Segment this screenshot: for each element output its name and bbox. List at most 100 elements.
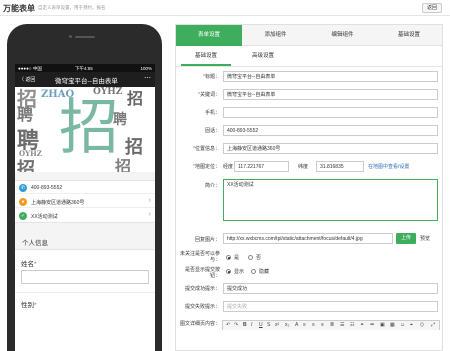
intro-label: 简介： [204,183,220,189]
preview-link[interactable]: 预览 [420,235,430,242]
phone-back-button[interactable]: 〈 返回 [19,76,35,83]
image-icon[interactable]: ▣ [380,322,385,328]
address-input[interactable]: 上海静安区道通路360号 [223,143,438,154]
app-subtitle: 自定义表单设置，用于预约，报名 [38,5,106,10]
keywords-input[interactable]: 微穹宝平台--自由表单 [223,89,438,100]
map-icon[interactable]: ⌖ [410,322,413,328]
undo-icon[interactable]: ↶ [226,322,230,328]
redo-icon[interactable]: ↷ [234,322,238,328]
banner-main-character: 招 [59,93,119,163]
chevron-right-icon: › [148,197,151,204]
contact-row-activity[interactable]: ✓ XX活动测试 › [15,209,155,222]
radio-show[interactable] [226,269,231,274]
divider [15,292,155,293]
phone-preview: ●●●●○ 中国 下午4:55 100% 〈 返回 微穹宝平台--自由表单 ⋯ … [7,24,162,351]
tab-form-settings[interactable]: 表单设置 [176,25,242,46]
upload-button[interactable]: 上传 [396,233,416,244]
emoji-icon[interactable]: ☺ [400,322,405,328]
location-icon: ● [19,197,27,206]
banner-image: 招 ZHAO OYHZ 招 聘 聘 OYHZ 招 聘 招 招 招 [15,87,155,172]
source-code-icon[interactable]: ⟨⟩ [420,322,424,328]
radio-no[interactable] [248,255,253,260]
cover-url-input[interactable]: http://xx.wxbcms.com/tpl/static/attachme… [223,233,393,244]
longitude-input[interactable]: 117.221767 [234,161,289,172]
field-label-name: 姓名* [21,258,37,268]
table-icon[interactable]: ▦ [390,322,395,328]
phone-nav-title: 微穹宝平台--自由表单 [55,78,118,85]
subtab-basic[interactable]: 基础设置 [181,46,231,66]
name-input[interactable] [21,270,149,284]
subscript-icon[interactable]: x₂ [285,322,289,328]
success-msg-input[interactable]: 提交成功 [223,283,438,294]
phone-input[interactable]: 400-893-5552 [223,125,438,136]
success-msg-label: 提交成功提示： [184,286,220,292]
link-icon[interactable]: ⚭ [360,322,364,328]
field-label-gender: 性别* [21,299,37,309]
activity-icon: ✓ [19,211,27,220]
banner-decor: 招 [17,159,35,172]
contact-row-phone[interactable]: ✆ 400-893-5552 [15,181,155,194]
status-time: 下午4:55 [75,65,93,71]
unlink-icon[interactable]: ⚮ [370,322,374,328]
address-label-text: 位置信息： [194,146,220,152]
justify-icon[interactable]: ≣ [330,322,334,328]
radio-yes[interactable] [226,255,231,260]
underline-icon[interactable]: U [259,322,263,328]
show-button-label: 是否显示提交按钮： [184,267,220,279]
keywords-label: *关键词： [176,91,220,98]
align-left-icon[interactable]: ≡ [303,322,306,328]
contact-phone-text: 400-893-5552 [31,185,63,191]
app-title: 万能表单 [3,4,35,13]
italic-icon[interactable]: I [251,322,252,328]
latitude-label: 纬度 [298,164,309,170]
field-label-gender-text: 性别 [21,302,34,309]
status-battery: 100% [140,65,152,71]
address-label: *位置信息： [176,145,220,152]
status-carrier: ●●●●○ 中国 [18,65,42,71]
title-label: *标题： [176,73,220,80]
contact-address-text: 上海静安区道通路360号 [31,200,85,206]
contact-row-address[interactable]: ● 上海静安区道通路360号 › [15,195,155,208]
list-icon[interactable]: ☰ [340,322,344,328]
longitude-label: 经度 [223,164,234,170]
sub-tabs: 基础设置 高级设置 [176,46,442,67]
latitude-input[interactable]: 31.816835 [316,161,364,172]
mobile-input[interactable] [223,107,438,118]
form-card: 姓名* 性别* [15,249,155,351]
radio-hide[interactable] [251,269,256,274]
section-title: 个人信息 [22,240,48,247]
required-mark: * [34,302,37,309]
chevron-right-icon: › [148,211,151,218]
superscript-icon[interactable]: x² [275,322,279,328]
font-color-icon[interactable]: A [295,322,298,328]
more-icon[interactable]: ⋯ [144,74,151,82]
contact-block: ✆ 400-893-5552 ● 上海静安区道通路360号 › ✓ XX活动测试… [15,180,155,223]
phone-icon: ✆ [19,183,27,192]
keywords-label-text: 关键词： [199,92,220,98]
intro-textarea[interactable]: XX活动测试 [223,179,438,221]
bold-icon[interactable]: B [243,322,247,328]
ordered-list-icon[interactable]: ☷ [350,322,354,328]
title-label-text: 标题： [204,74,220,80]
tab-edit-component[interactable]: 编辑组件 [309,25,376,46]
phone-camera [69,35,72,38]
tab-add-component[interactable]: 添加组件 [242,25,309,46]
strikethrough-icon[interactable]: S [267,322,270,328]
tab-basic-settings[interactable]: 基础设置 [376,25,442,46]
field-label-name-text: 姓名 [21,261,34,268]
map-view-link[interactable]: 在地图中查看/设置 [368,163,409,170]
phone-speaker [75,36,95,38]
back-button[interactable]: 返回 [422,3,442,13]
fail-msg-input[interactable]: 提交失败 [223,301,438,312]
phone-nav-bar: 〈 返回 微穹宝平台--自由表单 ⋯ [15,72,155,87]
align-right-icon[interactable]: ≡ [321,322,324,328]
required-mark: * [34,261,37,268]
subtab-advanced[interactable]: 高级设置 [238,46,288,66]
fullscreen-icon[interactable]: ⤢ [431,322,435,328]
mobile-label: 手机： [204,110,220,116]
radio-show-label: 显示 [234,269,245,275]
form-settings-panel: 表单设置 添加组件 编辑组件 基础设置 基础设置 高级设置 *标题： 微穹宝平台… [175,24,443,351]
detail-content-label: 图文详细页内容： [179,321,220,327]
align-center-icon[interactable]: ≡ [312,322,315,328]
title-input[interactable]: 微穹宝平台--自由表单 [223,71,438,82]
